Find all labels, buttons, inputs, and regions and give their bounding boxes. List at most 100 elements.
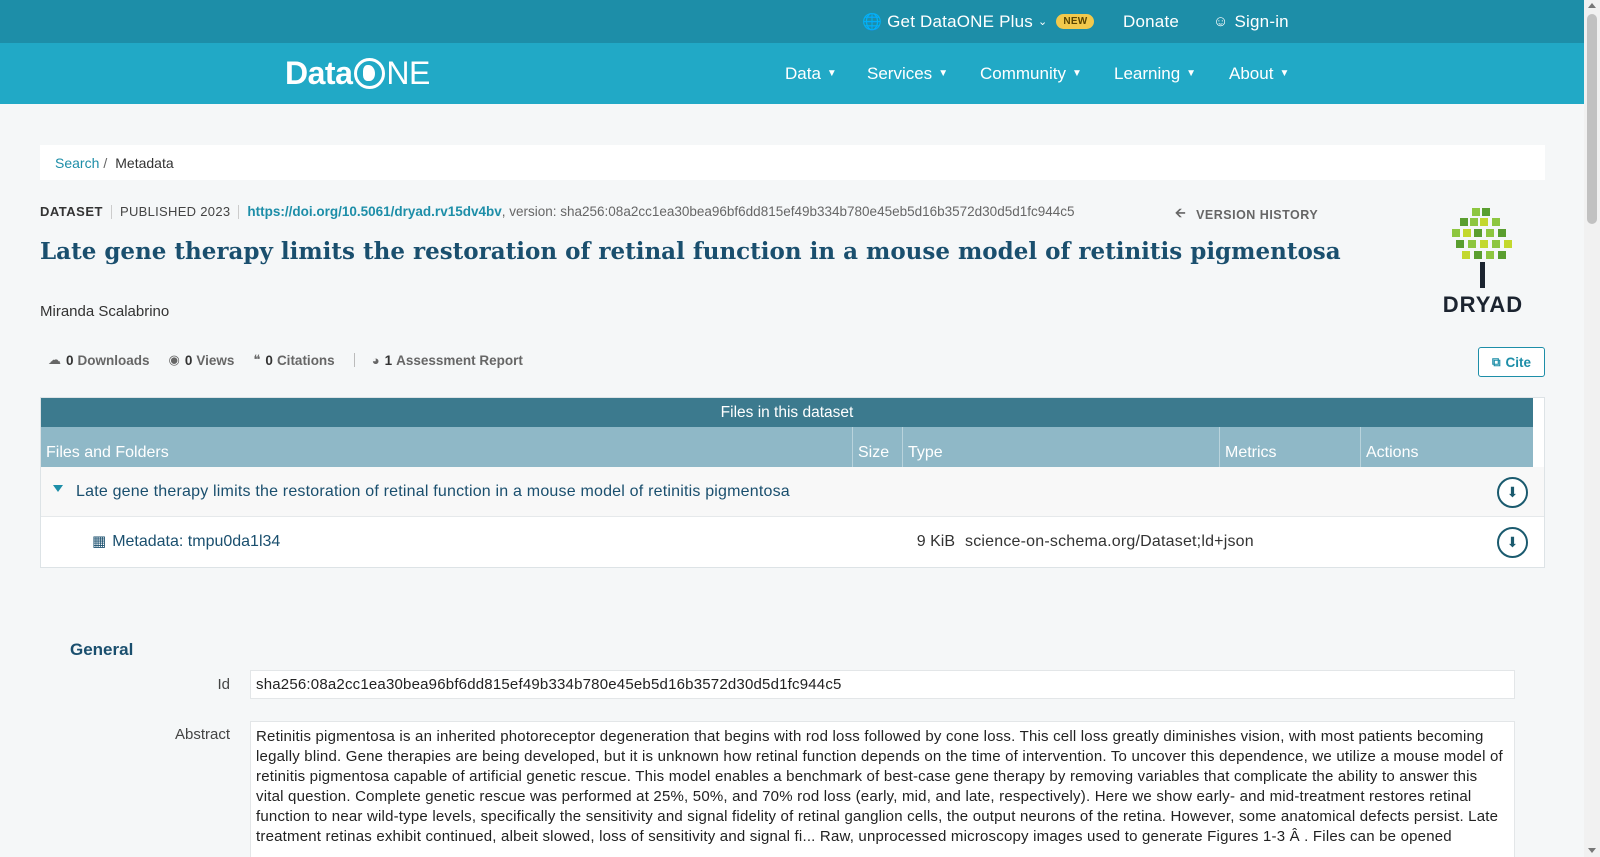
downloads-metric[interactable]: ☁ 0 Downloads: [48, 352, 150, 368]
table-row[interactable]: ▦ Metadata: tmpu0da1l34 9 KiB science-on…: [41, 517, 1544, 567]
eye-icon: ◉: [168, 352, 180, 367]
cloud-download-icon: ☁: [48, 352, 61, 367]
gauge-icon: ◕: [371, 352, 380, 368]
downloads-label: Downloads: [77, 352, 150, 368]
chevron-down-icon: ▼: [1186, 68, 1197, 79]
top-bar: 🌐 Get DataONE Plus ⌄ NEW Donate ☺ Sign-i…: [0, 0, 1584, 43]
caret-down-icon[interactable]: [53, 485, 63, 492]
table-icon: ▦: [92, 533, 107, 550]
nav-label: Data: [785, 63, 821, 83]
dataone-logo[interactable]: Data NE: [285, 55, 430, 91]
citations-metric[interactable]: ❝ 0 Citations: [253, 352, 334, 368]
main-nav: Data NE Data ▼ Services ▼ Community ▼ Learni…: [0, 43, 1584, 104]
id-value: sha256:08a2cc1ea30bea96bf6dd815ef49b334b…: [250, 670, 1515, 699]
scrollbar-thumb[interactable]: [1587, 14, 1597, 224]
person-icon: ☺: [1213, 13, 1229, 30]
column-header-size[interactable]: Size: [853, 427, 903, 467]
version-text: , version: sha256:08a2cc1ea30bea96bf6dd8…: [501, 204, 1075, 219]
file-type: science-on-schema.org/Dataset;ld+json: [965, 533, 1254, 550]
chevron-down-icon: ▼: [1071, 68, 1082, 79]
logo-text-ne: NE: [386, 54, 430, 91]
cite-button[interactable]: ⧉ Cite: [1478, 347, 1545, 377]
general-section-heading: General: [70, 640, 134, 659]
nav-label: About: [1229, 63, 1274, 83]
assessment-count: 1: [384, 352, 393, 368]
abstract-value: Retinitis pigmentosa is an inherited pho…: [250, 721, 1515, 857]
dataset-title: Late gene therapy limits the restoration…: [40, 238, 1341, 265]
logo-globe-icon: [354, 57, 386, 89]
download-button[interactable]: ⬇: [1497, 527, 1528, 558]
metadata-file-name: Metadata: tmpu0da1l34: [112, 533, 281, 550]
abstract-label: Abstract: [174, 726, 230, 743]
scroll-down-icon[interactable]: [1588, 848, 1596, 853]
get-dataone-plus-menu[interactable]: 🌐 Get DataONE Plus ⌄ NEW: [862, 0, 1095, 43]
doi-link[interactable]: https://doi.org/10.5061/dryad.rv15dv4bv: [247, 204, 501, 219]
chevron-down-icon: ▼: [1279, 68, 1290, 79]
divider: [110, 204, 112, 219]
published-label: PUBLISHED 2023: [119, 204, 231, 219]
assessment-label: Assessment Report: [396, 352, 523, 368]
nav-data[interactable]: Data ▼: [785, 43, 837, 104]
nav-about[interactable]: About ▼: [1229, 43, 1289, 104]
assessment-report-metric[interactable]: ◕ 1 Assessment Report: [372, 353, 523, 368]
chevron-down-icon: ⌄: [1038, 16, 1048, 28]
dryad-logo: DRYAD: [1430, 208, 1536, 320]
copy-icon: ⧉: [1491, 354, 1501, 369]
id-label: Id: [217, 676, 230, 693]
views-metric[interactable]: ◉ 0 Views: [169, 352, 235, 368]
download-button[interactable]: ⬇: [1497, 477, 1528, 508]
cloud-download-icon: ⬇: [1506, 484, 1519, 500]
scroll-up-icon[interactable]: [1588, 3, 1596, 8]
author-name[interactable]: Miranda Scalabrino: [40, 303, 169, 320]
chevron-down-icon: ▼: [938, 68, 949, 79]
file-size: 9 KiB: [916, 533, 955, 550]
breadcrumb-search-link[interactable]: Search: [55, 155, 99, 171]
divider: [238, 204, 240, 219]
dryad-wordmark: DRYAD: [1442, 292, 1524, 317]
quote-icon: ❝: [253, 352, 261, 367]
nav-label: Learning: [1114, 63, 1181, 83]
views-count: 0: [184, 352, 193, 368]
sign-in-label: Sign-in: [1234, 11, 1289, 31]
nav-community[interactable]: Community ▼: [980, 43, 1082, 104]
cloud-download-icon: ⬇: [1506, 534, 1519, 550]
metadata-file[interactable]: ▦ Metadata: tmpu0da1l34: [92, 517, 280, 567]
breadcrumb: Search / Metadata: [40, 145, 1545, 180]
files-table-title: Files in this dataset: [41, 398, 1533, 427]
chevron-down-icon: ▼: [826, 68, 837, 79]
new-badge: NEW: [1056, 14, 1095, 29]
column-header-files[interactable]: Files and Folders: [41, 427, 853, 467]
version-history-link[interactable]: 🡨 VERSION HISTORY: [1175, 204, 1318, 226]
folder-name[interactable]: Late gene therapy limits the restoration…: [76, 467, 790, 517]
plus-label: Get DataONE Plus: [887, 11, 1033, 31]
nav-label: Community: [980, 63, 1066, 83]
citations-label: Citations: [276, 352, 335, 368]
divider: [353, 353, 355, 367]
dryad-tree-icon: [1452, 208, 1512, 288]
table-row[interactable]: Late gene therapy limits the restoration…: [41, 467, 1544, 517]
globe-icon: 🌐: [862, 13, 883, 31]
version-history-label: VERSION HISTORY: [1196, 208, 1319, 222]
logo-text-data: Data: [285, 54, 353, 91]
column-header-actions[interactable]: Actions: [1361, 427, 1533, 467]
downloads-count: 0: [66, 352, 74, 368]
scrollbar[interactable]: [1584, 0, 1600, 857]
sign-in-link[interactable]: ☺ Sign-in: [1213, 0, 1289, 43]
dataset-metrics: ☁ 0 Downloads ◉ 0 Views ❝ 0 Citations ◕ …: [48, 352, 542, 368]
files-table-header: Files and Folders Size Type Metrics Acti…: [41, 427, 1533, 467]
citations-count: 0: [265, 352, 273, 368]
breadcrumb-current: Metadata: [115, 154, 174, 171]
nav-label: Services: [867, 63, 933, 83]
dataset-type-label: DATASET: [40, 204, 103, 219]
breadcrumb-separator: /: [103, 154, 108, 171]
column-header-metrics[interactable]: Metrics: [1220, 427, 1361, 467]
nav-learning[interactable]: Learning ▼: [1114, 43, 1196, 104]
nav-services[interactable]: Services ▼: [867, 43, 948, 104]
views-label: Views: [196, 352, 235, 368]
dataset-meta-line: DATASET PUBLISHED 2023 https://doi.org/1…: [40, 204, 1075, 219]
arrow-left-icon: 🡨: [1175, 205, 1187, 220]
column-header-type[interactable]: Type: [903, 427, 1220, 467]
cite-label: Cite: [1505, 354, 1532, 370]
donate-link[interactable]: Donate: [1123, 0, 1179, 43]
files-table: Files in this dataset Files and Folders …: [40, 397, 1545, 568]
